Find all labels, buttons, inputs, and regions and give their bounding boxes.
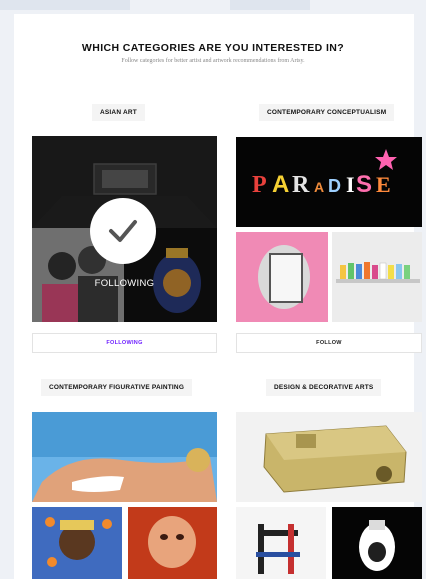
category-tile-contemporary-figurative-painting[interactable] [32, 412, 217, 579]
checkmark-icon [90, 198, 156, 264]
page-subtitle: Follow categories for better artist and … [121, 58, 305, 64]
paradise-text-p: P [252, 172, 267, 198]
svg-text:A: A [314, 179, 324, 195]
svg-text:R: R [292, 172, 310, 198]
svg-text:D: D [328, 176, 341, 196]
following-overlay-label: FOLLOWING [94, 278, 155, 289]
svg-text:I: I [346, 172, 355, 197]
svg-text:A: A [272, 171, 289, 198]
follow-button-asian-art[interactable]: FOLLOWING [32, 333, 217, 353]
category-title-design-decorative-arts: DESIGN & DECORATIVE ARTS [266, 379, 382, 396]
follow-button-contemporary-conceptualism[interactable]: FOLLOW [236, 333, 422, 353]
page-title: WHICH CATEGORIES ARE YOU INTERESTED IN? [81, 42, 345, 54]
category-title-contemporary-figurative-painting: CONTEMPORARY FIGURATIVE PAINTING [41, 379, 193, 396]
svg-text:E: E [376, 172, 391, 197]
category-tile-design-decorative-arts[interactable] [236, 412, 422, 579]
background-stripe [230, 0, 310, 10]
category-tile-contemporary-conceptualism[interactable]: P A R A D I S E [236, 137, 422, 322]
svg-text:S: S [356, 171, 372, 198]
background-stripe [0, 0, 130, 10]
category-title-asian-art: ASIAN ART [92, 104, 145, 121]
category-title-contemporary-conceptualism: CONTEMPORARY CONCEPTUALISM [259, 104, 395, 121]
